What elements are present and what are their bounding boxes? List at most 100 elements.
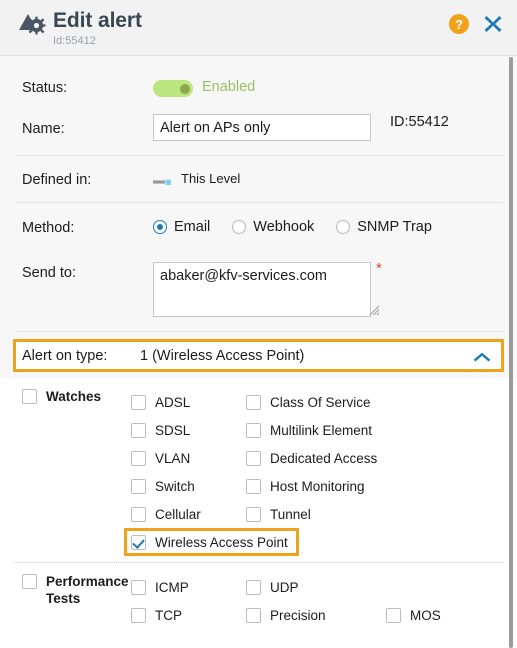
- checkbox-precision-label: Precision: [270, 607, 326, 623]
- performance-tests-group-label: Performance Tests: [46, 574, 129, 606]
- status-label: Status:: [22, 80, 68, 96]
- performance-tests-group-checkbox[interactable]: [22, 574, 37, 589]
- alert-on-type-accordion[interactable]: Alert on type: 1 (Wireless Access Point): [13, 339, 504, 372]
- checkbox-multilink-element[interactable]: Multilink Element: [246, 422, 386, 438]
- required-asterisk: *: [376, 260, 382, 277]
- checkbox-sdsl[interactable]: SDSL: [131, 422, 246, 438]
- alert-id-value: ID:55412: [390, 114, 449, 130]
- checkbox-tunnel[interactable]: Tunnel: [246, 506, 386, 522]
- method-option-email-label: Email: [174, 218, 211, 235]
- checkbox-adsl-label: ADSL: [155, 394, 191, 410]
- checkbox-row: ADSL Class Of Service: [131, 388, 517, 416]
- performance-tests-group-header[interactable]: Performance Tests: [0, 573, 131, 629]
- send-to-input[interactable]: [153, 262, 371, 317]
- checkbox-icmp-box[interactable]: [131, 579, 146, 595]
- checkbox-tunnel-label: Tunnel: [270, 506, 311, 522]
- checkbox-mos[interactable]: MOS: [386, 607, 486, 623]
- checkbox-class-of-service[interactable]: Class Of Service: [246, 394, 386, 410]
- checkbox-icmp[interactable]: ICMP: [131, 579, 246, 595]
- checkbox-cellular[interactable]: Cellular: [131, 506, 246, 522]
- defined-in-row: Defined in: This Level: [0, 156, 517, 202]
- checkbox-row: VLAN Dedicated Access: [131, 444, 517, 472]
- checkbox-cellular-box[interactable]: [131, 506, 146, 522]
- checkbox-precision-box[interactable]: [246, 607, 261, 623]
- watches-group-header[interactable]: Watches: [0, 388, 131, 556]
- checkbox-class-of-service-label: Class Of Service: [270, 394, 371, 410]
- checkbox-tcp-box[interactable]: [131, 607, 146, 623]
- method-radio-group: Email Webhook SNMP Trap: [153, 219, 432, 235]
- method-option-webhook-label: Webhook: [253, 218, 315, 235]
- vertical-scrollbar[interactable]: [504, 57, 513, 648]
- checkbox-row: Switch Host Monitoring: [131, 472, 517, 500]
- checkbox-sdsl-box[interactable]: [131, 422, 146, 438]
- checkbox-row: TCP Precision MOS: [131, 601, 517, 629]
- performance-tests-checkbox-grid: ICMP UDP TCP Precision MOS: [131, 573, 517, 629]
- checkbox-host-monitoring[interactable]: Host Monitoring: [246, 478, 386, 494]
- checkbox-class-of-service-box[interactable]: [246, 394, 261, 410]
- alert-gear-icon: [16, 11, 46, 39]
- method-option-snmp-trap[interactable]: SNMP Trap: [336, 219, 432, 235]
- checkbox-switch[interactable]: Switch: [131, 478, 246, 494]
- method-option-webhook[interactable]: Webhook: [232, 219, 314, 235]
- checkbox-row: Cellular Tunnel: [131, 500, 517, 528]
- send-to-row: Send to: *: [0, 250, 517, 331]
- checkbox-adsl-box[interactable]: [131, 394, 146, 410]
- checkbox-udp-box[interactable]: [246, 579, 261, 595]
- scrollbar-thumb[interactable]: [509, 57, 513, 648]
- checkbox-multilink-element-label: Multilink Element: [270, 422, 373, 438]
- checkbox-tunnel-box[interactable]: [246, 506, 261, 522]
- header-actions: ?: [449, 14, 503, 34]
- checkbox-wireless-access-point[interactable]: Wireless Access Point: [124, 528, 299, 556]
- checkbox-row: SDSL Multilink Element: [131, 416, 517, 444]
- checkbox-multilink-element-box[interactable]: [246, 422, 261, 438]
- send-to-label: Send to:: [22, 265, 77, 281]
- radio-webhook-icon[interactable]: [232, 219, 247, 234]
- checkbox-udp[interactable]: UDP: [246, 579, 386, 595]
- method-label: Method:: [22, 220, 75, 236]
- checkbox-dedicated-access-box[interactable]: [246, 450, 261, 466]
- defined-in-label: Defined in:: [22, 172, 92, 188]
- watches-checkbox-grid: ADSL Class Of Service SDSL Multilink Ele…: [124, 388, 517, 556]
- alert-on-type-value: 1 (Wireless Access Point): [140, 347, 305, 364]
- checkbox-mos-box[interactable]: [386, 607, 401, 623]
- status-row: Status: Enabled: [0, 56, 517, 106]
- name-label: Name:: [22, 121, 65, 137]
- checkbox-vlan-box[interactable]: [131, 450, 146, 466]
- status-value: Enabled: [202, 79, 256, 95]
- checkbox-cellular-label: Cellular: [155, 506, 201, 522]
- name-row: Name: ID:55412: [0, 106, 517, 155]
- alert-on-type-label: Alert on type:: [22, 347, 108, 364]
- radio-snmp-trap-icon[interactable]: [336, 219, 351, 234]
- checkbox-icmp-label: ICMP: [155, 579, 189, 595]
- edit-alert-dialog: Edit alert Id:55412 ? Status: Enabled Na…: [0, 0, 517, 648]
- checkbox-precision[interactable]: Precision: [246, 607, 386, 623]
- method-row: Method: Email Webhook SNMP Trap: [0, 203, 517, 250]
- status-toggle[interactable]: [153, 80, 193, 97]
- radio-email-icon[interactable]: [153, 219, 167, 234]
- checkbox-tcp[interactable]: TCP: [131, 607, 246, 623]
- name-input[interactable]: [153, 114, 371, 141]
- method-option-snmp-trap-label: SNMP Trap: [357, 218, 432, 235]
- chevron-up-icon[interactable]: [473, 350, 491, 362]
- checkbox-wireless-access-point-box[interactable]: [131, 534, 146, 550]
- alert-form-section: Status: Enabled Name: ID:55412 Defined i…: [0, 56, 517, 378]
- help-icon[interactable]: ?: [449, 14, 469, 34]
- checkbox-host-monitoring-box[interactable]: [246, 478, 261, 494]
- method-option-email[interactable]: Email: [153, 219, 210, 235]
- checkbox-wireless-access-point-label: Wireless Access Point: [155, 534, 288, 550]
- toggle-knob: [180, 83, 190, 94]
- watches-group-checkbox[interactable]: [22, 389, 37, 404]
- checkbox-dedicated-access[interactable]: Dedicated Access: [246, 450, 386, 466]
- watches-section: Watches ADSL Class Of Service SDSL Multi…: [0, 378, 517, 562]
- alert-on-type-wrapper: Alert on type: 1 (Wireless Access Point): [0, 332, 517, 378]
- checkbox-adsl[interactable]: ADSL: [131, 394, 246, 410]
- hierarchy-level-icon: [153, 174, 173, 185]
- checkbox-switch-label: Switch: [155, 478, 195, 494]
- close-icon[interactable]: [483, 14, 503, 34]
- watches-group-label: Watches: [46, 389, 102, 404]
- checkbox-vlan[interactable]: VLAN: [131, 450, 246, 466]
- performance-tests-section: Performance Tests ICMP UDP TCP Precision…: [0, 563, 517, 635]
- checkbox-switch-box[interactable]: [131, 478, 146, 494]
- checkbox-udp-label: UDP: [270, 579, 299, 595]
- defined-in-value: This Level: [181, 171, 241, 186]
